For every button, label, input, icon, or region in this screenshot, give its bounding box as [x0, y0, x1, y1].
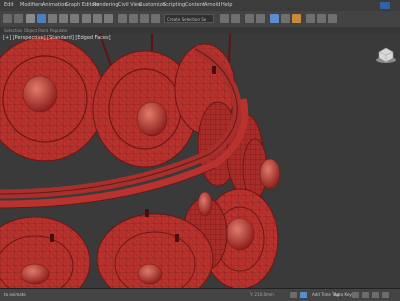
- ribbon-selection[interactable]: Selection: [4, 27, 22, 34]
- toggle-ribbon-icon[interactable]: [256, 14, 265, 23]
- align-icon[interactable]: [231, 14, 240, 23]
- schematic-view-icon[interactable]: [281, 14, 290, 23]
- render-setup-icon[interactable]: [306, 14, 315, 23]
- rendered-frame-window-icon[interactable]: [317, 14, 326, 23]
- mirror-icon[interactable]: [220, 14, 229, 23]
- window-crossing-icon[interactable]: [70, 14, 79, 23]
- goto-end-icon[interactable]: [382, 292, 389, 298]
- absolute-mode-icon[interactable]: [300, 292, 307, 298]
- snaps-icon[interactable]: [118, 14, 127, 23]
- sign-in-icon[interactable]: [380, 2, 390, 9]
- goto-start-icon[interactable]: [362, 292, 369, 298]
- undo-icon[interactable]: [3, 14, 12, 23]
- menu-rendering[interactable]: Rendering: [93, 1, 119, 10]
- status-bar: to animate Add Time Tag Y: 210.0mm Auto …: [0, 288, 400, 301]
- viewcube-icon[interactable]: [375, 44, 397, 64]
- coord-readout: Y: 210.0mm: [250, 292, 274, 297]
- menu-content[interactable]: Content: [185, 1, 205, 10]
- menu-scripting[interactable]: Scripting: [163, 1, 185, 10]
- layer-explorer-icon[interactable]: [245, 14, 254, 23]
- chandelier-mesh[interactable]: [0, 34, 400, 288]
- viewport-label[interactable]: [+] [Perspective] [Standard] [Edged Face…: [3, 35, 111, 41]
- auto-key-label[interactable]: Auto Key: [334, 289, 352, 301]
- select-object-icon[interactable]: [37, 14, 46, 23]
- link-icon[interactable]: [26, 14, 35, 23]
- ribbon-object-paint[interactable]: Object Paint: [24, 27, 48, 34]
- move-icon[interactable]: [82, 14, 91, 23]
- lock-icon[interactable]: [290, 292, 297, 298]
- rect-select-icon[interactable]: [59, 14, 68, 23]
- spinner-snap-icon[interactable]: [151, 14, 160, 23]
- material-editor-icon[interactable]: [292, 14, 301, 23]
- main-toolbar: Create Selection Se: [0, 11, 400, 28]
- menu-customize[interactable]: Customize: [139, 1, 165, 10]
- key-filters-icon[interactable]: [352, 292, 359, 298]
- menu-modifiers[interactable]: Modifiers: [20, 1, 43, 10]
- menu-animation[interactable]: Animation: [42, 1, 68, 10]
- menu-arnold[interactable]: Arnold: [204, 1, 220, 10]
- ribbon-populate[interactable]: Populate: [50, 27, 67, 34]
- angle-snap-icon[interactable]: [129, 14, 138, 23]
- play-icon[interactable]: [372, 292, 379, 298]
- curve-editor-icon[interactable]: [270, 14, 279, 23]
- menu-help[interactable]: Help: [221, 1, 232, 10]
- status-prompt: to animate: [4, 292, 26, 297]
- rotate-icon[interactable]: [93, 14, 102, 23]
- menu-edit[interactable]: Edit: [4, 1, 14, 10]
- render-production-icon[interactable]: [328, 14, 337, 23]
- scale-icon[interactable]: [104, 14, 113, 23]
- selection-set-dropdown[interactable]: Create Selection Se: [164, 14, 214, 23]
- select-by-name-icon[interactable]: [48, 14, 57, 23]
- perspective-viewport[interactable]: [+] [Perspective] [Standard] [Edged Face…: [0, 34, 400, 288]
- percent-snap-icon[interactable]: [140, 14, 149, 23]
- redo-icon[interactable]: [14, 14, 23, 23]
